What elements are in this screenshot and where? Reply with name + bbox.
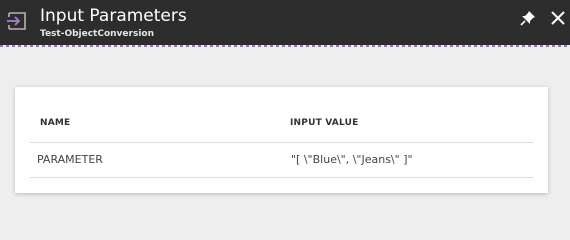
blade-header: Input Parameters Test-ObjectConversion (0, 0, 570, 45)
parameter-value-cell: "[ \"Blue\", \"Jeans\" ]" (291, 153, 413, 166)
blade-subtitle: Test-ObjectConversion (40, 29, 154, 39)
close-button[interactable] (549, 9, 567, 27)
parameters-card: NAME INPUT VALUE PARAMETER "[ \"Blue\", … (15, 87, 548, 193)
blade-title: Input Parameters (40, 6, 187, 26)
input-parameters-icon (7, 12, 26, 30)
column-header-input-value: INPUT VALUE (290, 118, 359, 128)
close-icon (551, 11, 565, 25)
pin-button[interactable] (519, 9, 537, 27)
header-accent-border (0, 45, 570, 47)
header-divider (30, 142, 533, 143)
pin-icon (520, 11, 535, 26)
column-header-name: NAME (40, 118, 71, 128)
row-divider (30, 177, 533, 178)
parameter-name-cell: PARAMETER (37, 153, 103, 166)
